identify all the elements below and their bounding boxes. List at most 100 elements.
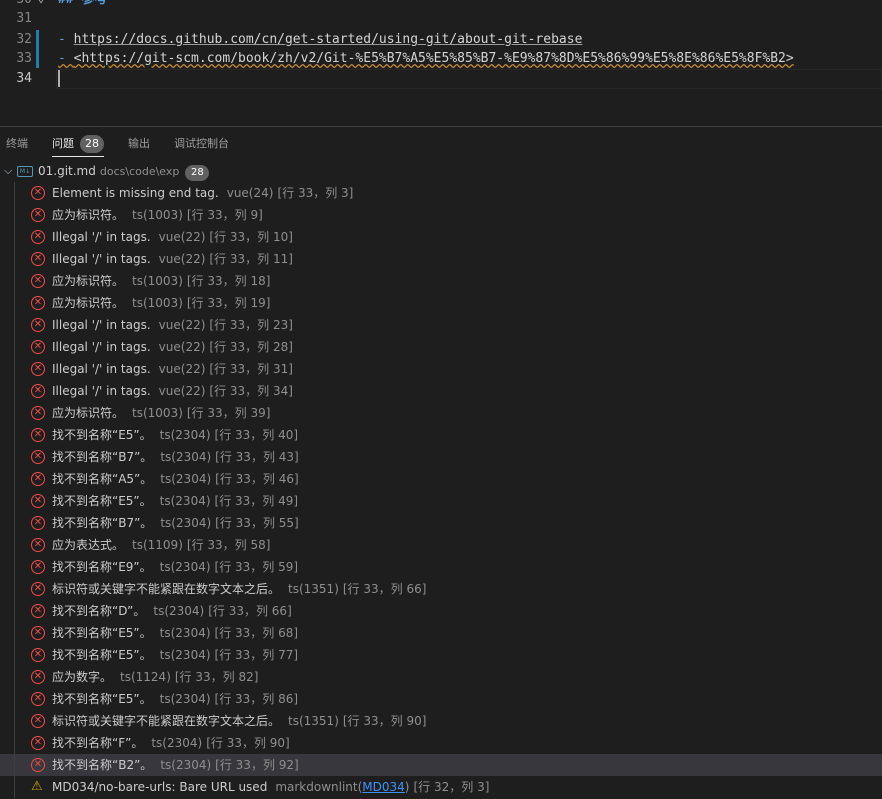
indent-guide — [14, 358, 15, 380]
editor-line-31[interactable]: 31 — [0, 9, 882, 28]
problem-row[interactable]: ✕ 找不到名称“E5”。 ts(2304) [行 33，列 68] — [0, 622, 882, 644]
problem-message: 找不到名称“E5”。 — [52, 428, 152, 442]
problem-message: Illegal '/' in tags. — [52, 318, 151, 332]
indent-guide — [14, 776, 15, 798]
problem-row[interactable]: ✕ 找不到名称“D”。 ts(2304) [行 33，列 66] — [0, 600, 882, 622]
problem-source: ts(2304) — [160, 450, 212, 464]
error-icon: ✕ — [31, 406, 45, 420]
problem-position: [行 33，列 11] — [209, 252, 293, 266]
problem-position: [行 33，列 3] — [277, 186, 354, 200]
editor-line-33[interactable]: 33 - <https://git-scm.com/book/zh/v2/Git… — [0, 49, 882, 68]
error-icon: ✕ — [31, 450, 45, 464]
editor-line-34[interactable]: 34 — [0, 69, 882, 88]
problem-row[interactable]: ✕ 应为表达式。 ts(1109) [行 33，列 58] — [0, 534, 882, 556]
problem-row[interactable]: ✕ 标识符或关键字不能紧跟在数字文本之后。 ts(1351) [行 33，列 66] — [0, 578, 882, 600]
error-icon: ✕ — [31, 208, 45, 222]
problem-source: vue(22) — [158, 384, 206, 398]
problem-position: [行 33，列 90] — [342, 714, 427, 728]
editor-line-30[interactable]: 30 ⌄ ## 参考 — [0, 0, 882, 9]
problem-row-warning[interactable]: ⚠ MD034/no-bare-urls: Bare URL used markd… — [0, 776, 882, 798]
problem-row[interactable]: ✕ 找不到名称“E9”。 ts(2304) [行 33，列 59] — [0, 556, 882, 578]
problem-source: ts(1003) — [132, 406, 183, 420]
problem-position: [行 33，列 46] — [215, 472, 299, 486]
tab-debug-console[interactable]: 调试控制台 — [174, 127, 229, 161]
problem-message: 找不到名称“A5”。 — [52, 472, 153, 486]
problem-row[interactable]: ✕ 找不到名称“A5”。 ts(2304) [行 33，列 46] — [0, 468, 882, 490]
indent-guide — [14, 424, 15, 446]
problem-text: 应为标识符。 ts(1003) [行 33，列 9] — [52, 204, 263, 226]
problem-file-row[interactable]: ⌵ M↓ 01.git.md docs\code\exp 28 — [0, 160, 882, 182]
error-icon: ✕ — [31, 538, 45, 552]
error-icon: ✕ — [31, 318, 45, 332]
problem-source: markdownlint — [275, 780, 358, 794]
problem-position: [行 33，列 58] — [186, 538, 271, 552]
rule-link[interactable]: MD034 — [362, 780, 405, 794]
problem-row[interactable]: ✕ 找不到名称“B7”。 ts(2304) [行 33，列 43] — [0, 446, 882, 468]
problem-row[interactable]: ✕ 应为标识符。 ts(1003) [行 33，列 18] — [0, 270, 882, 292]
problem-message: Illegal '/' in tags. — [52, 340, 151, 354]
problem-row[interactable]: ✕ Element is missing end tag. vue(24) [行 33… — [0, 182, 882, 204]
chevron-down-icon[interactable]: ⌵ — [4, 160, 12, 182]
problem-row[interactable]: ✕ 标识符或关键字不能紧跟在数字文本之后。 ts(1351) [行 33，列 90] — [0, 710, 882, 732]
problem-row[interactable]: ✕ Illegal '/' in tags. vue(22) [行 33，列 11] — [0, 248, 882, 270]
error-icon: ✕ — [31, 384, 45, 398]
url-link[interactable]: <https://git-scm.com/book/zh/v2/Git-%E5%… — [74, 51, 794, 66]
problem-row[interactable]: ✕ Illegal '/' in tags. vue(22) [行 33，列 23] — [0, 314, 882, 336]
problem-row[interactable]: ✕ 应为标识符。 ts(1003) [行 33，列 39] — [0, 402, 882, 424]
problem-row[interactable]: ✕ 找不到名称“B2”。 ts(2304) [行 33，列 92] — [0, 754, 882, 776]
error-icon: ✕ — [31, 296, 45, 310]
problem-position: [行 33，列 86] — [214, 692, 299, 706]
problem-row[interactable]: ✕ 找不到名称“E5”。 ts(2304) [行 33，列 49] — [0, 490, 882, 512]
problem-row[interactable]: ✕ 找不到名称“E5”。 ts(2304) [行 33，列 40] — [0, 424, 882, 446]
editor-line-32[interactable]: 32 - https://docs.github.com/cn/get-star… — [0, 30, 882, 49]
tab-terminal[interactable]: 终端 — [6, 127, 28, 161]
editor[interactable]: 30 ⌄ ## 参考 31 32 - https://docs.github.c… — [0, 0, 882, 126]
problem-row[interactable]: ✕ Illegal '/' in tags. vue(22) [行 33，列 31] — [0, 358, 882, 380]
problem-row[interactable]: ✕ Illegal '/' in tags. vue(22) [行 33，列 10] — [0, 226, 882, 248]
problem-position: [行 33，列 90] — [206, 736, 290, 750]
problem-source: ts(2304) — [151, 736, 203, 750]
indent-guide — [14, 622, 15, 644]
problem-message: 找不到名称“B7”。 — [52, 516, 153, 530]
problem-row[interactable]: ✕ 应为标识符。 ts(1003) [行 33，列 19] — [0, 292, 882, 314]
problem-message: 找不到名称“D”。 — [52, 604, 146, 618]
problem-position: [行 32，列 3] — [413, 780, 490, 794]
error-icon: ✕ — [31, 494, 45, 508]
indent-guide — [14, 732, 15, 754]
fold-chevron-icon[interactable]: ⌄ — [38, 0, 44, 8]
problem-row[interactable]: ✕ Illegal '/' in tags. vue(22) [行 33，列 34] — [0, 380, 882, 402]
problem-position: [行 33，列 23] — [209, 318, 293, 332]
indent-guide — [14, 578, 15, 600]
indent-guide — [14, 512, 15, 534]
tab-problems[interactable]: 问题 28 — [52, 127, 104, 161]
problem-message: 找不到名称“B7”。 — [52, 450, 153, 464]
problem-message: Illegal '/' in tags. — [52, 230, 151, 244]
indent-guide — [14, 336, 15, 358]
problem-source: vue(24) — [226, 186, 274, 200]
error-icon: ✕ — [31, 340, 45, 354]
problem-position: [行 33，列 82] — [174, 670, 259, 684]
problem-row[interactable]: ✕ Illegal '/' in tags. vue(22) [行 33，列 28] — [0, 336, 882, 358]
indent-guide — [14, 446, 15, 468]
problem-position: [行 33，列 66] — [342, 582, 427, 596]
problem-position: [行 33，列 40] — [214, 428, 299, 442]
problem-source: vue(22) — [158, 230, 206, 244]
problem-row[interactable]: ✕ 找不到名称“E5”。 ts(2304) [行 33，列 86] — [0, 688, 882, 710]
problem-row[interactable]: ✕ 找不到名称“F”。 ts(2304) [行 33，列 90] — [0, 732, 882, 754]
line-number: 30 — [0, 0, 32, 9]
problem-row[interactable]: ✕ 应为标识符。 ts(1003) [行 33，列 9] — [0, 204, 882, 226]
problem-text: Illegal '/' in tags. vue(22) [行 33，列 31] — [52, 358, 293, 380]
problem-row[interactable]: ✕ 找不到名称“E5”。 ts(2304) [行 33，列 77] — [0, 644, 882, 666]
line-number: 34 — [16, 71, 32, 86]
problem-row[interactable]: ✕ 找不到名称“B7”。 ts(2304) [行 33，列 55] — [0, 512, 882, 534]
tab-output[interactable]: 输出 — [128, 127, 150, 161]
problem-position: [行 33，列 10] — [209, 230, 293, 244]
problem-message: 找不到名称“E5”。 — [52, 648, 152, 662]
error-icon: ✕ — [31, 714, 45, 728]
error-icon: ✕ — [31, 626, 45, 640]
problem-position: [行 33，列 55] — [215, 516, 299, 530]
problem-message: 找不到名称“F”。 — [52, 736, 144, 750]
url-link[interactable]: https://docs.github.com/cn/get-started/u… — [74, 32, 583, 47]
problem-row[interactable]: ✕ 应为数字。 ts(1124) [行 33，列 82] — [0, 666, 882, 688]
problem-position: [行 33，列 18] — [186, 274, 271, 288]
